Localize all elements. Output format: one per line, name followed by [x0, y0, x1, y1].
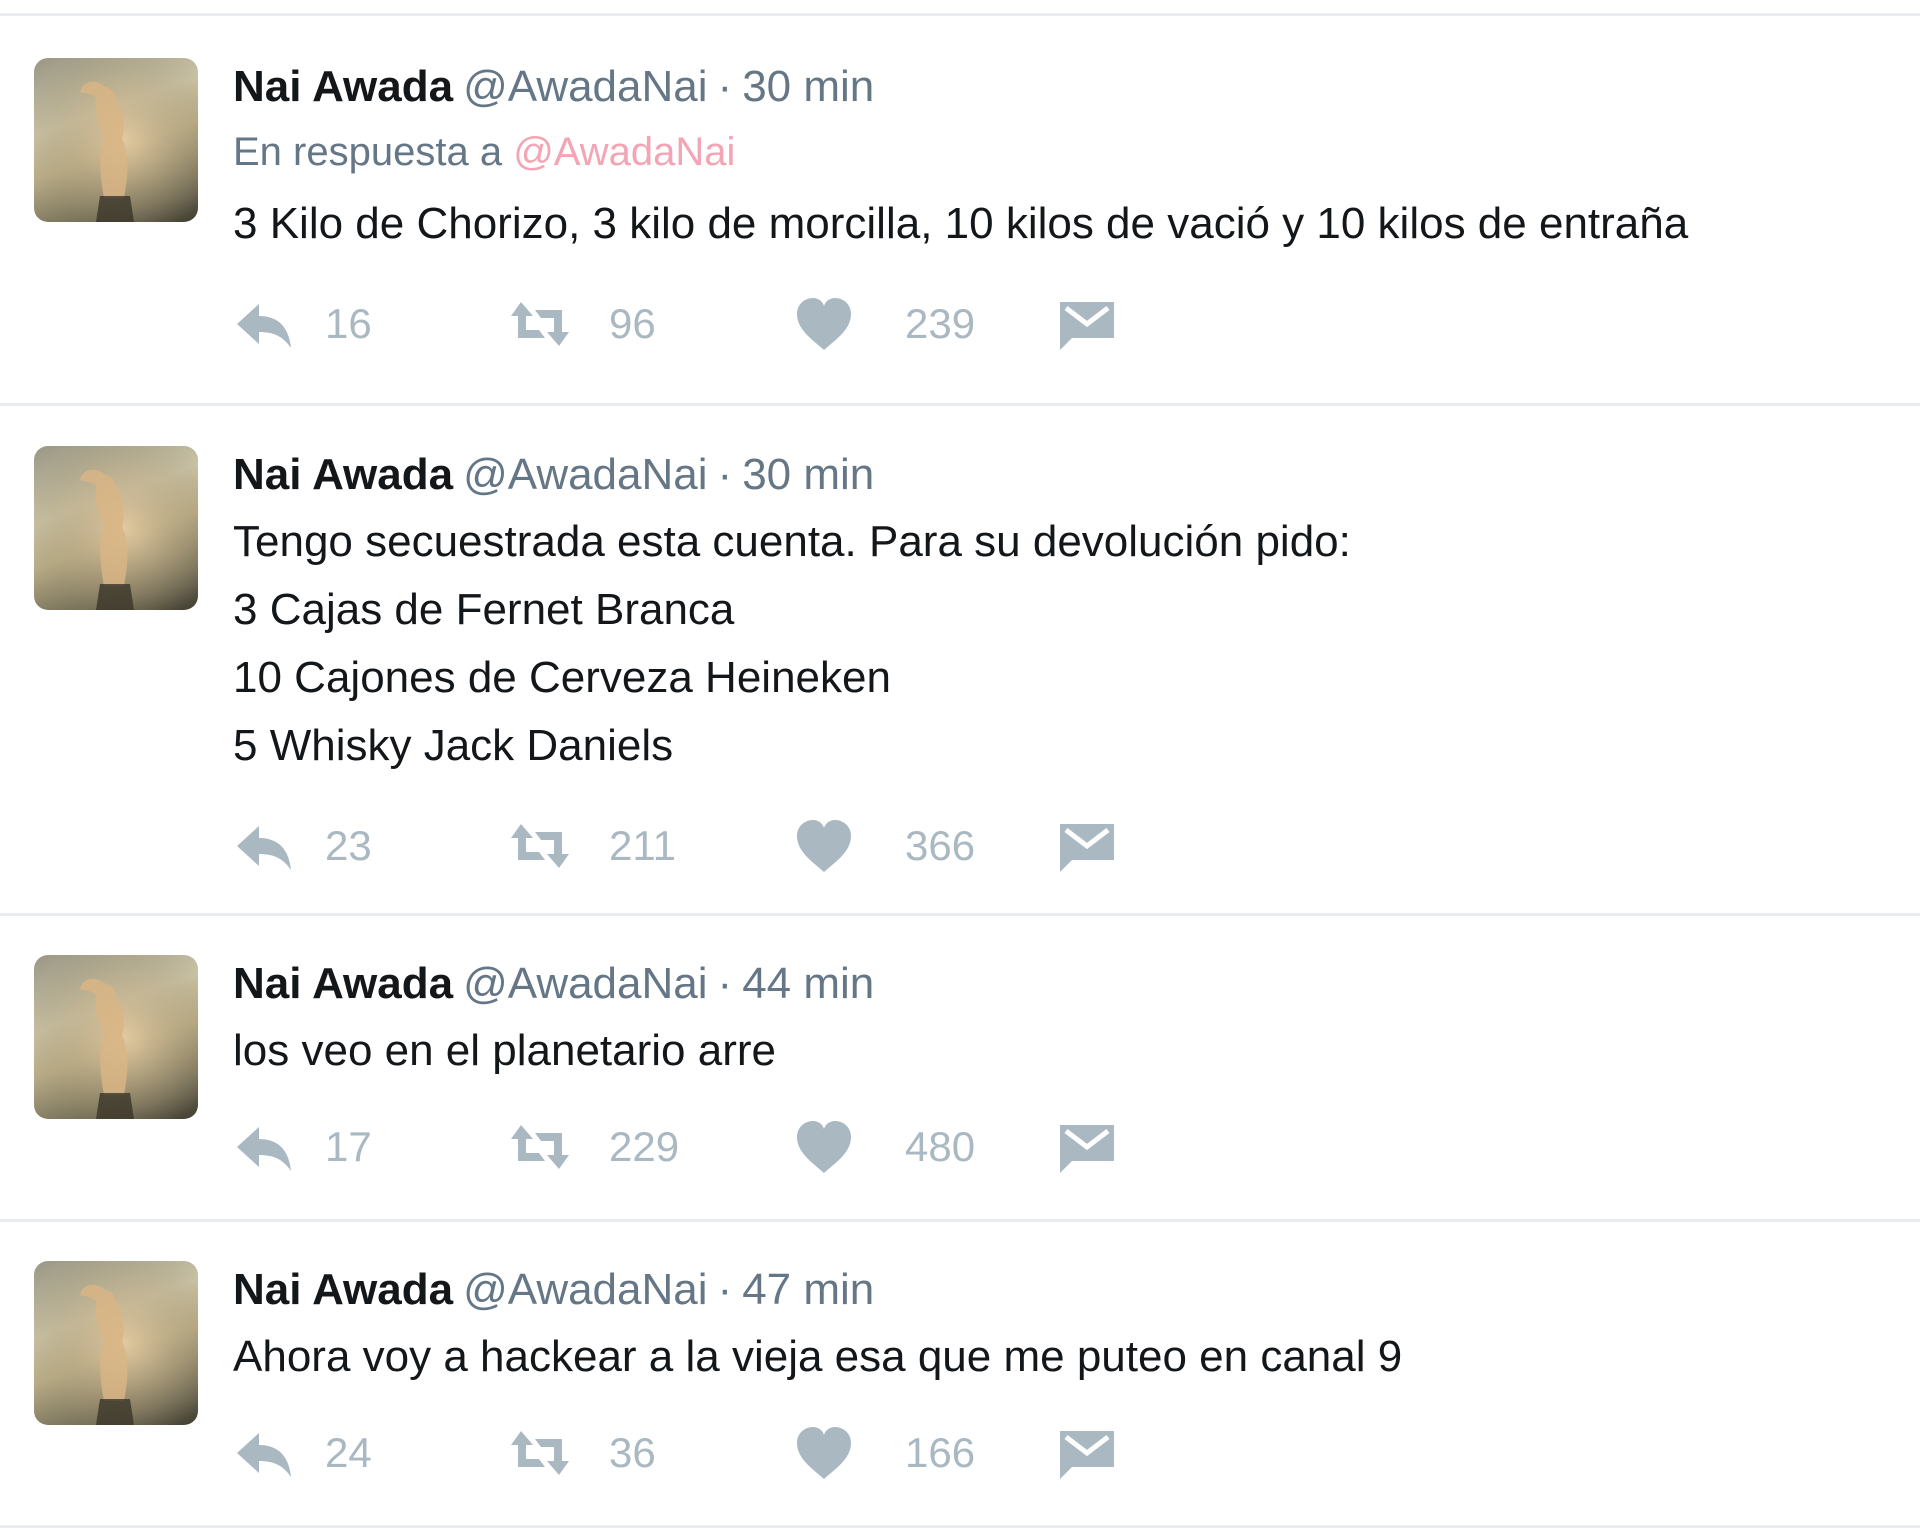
- reply-arrow-icon: [237, 304, 291, 348]
- tweet[interactable]: Nai Awada @AwadaNai · 47 min Ahora voy a ha…: [0, 1222, 1920, 1528]
- avatar-photo-icon: [34, 1261, 198, 1425]
- retweet-count: 229: [609, 1123, 680, 1170]
- tweet-time[interactable]: 47 min: [742, 1265, 874, 1314]
- author-name[interactable]: Nai Awada: [233, 450, 453, 499]
- reply-context: En respuesta a @AwadaNai: [233, 124, 1900, 180]
- avatar-photo-icon: [34, 58, 198, 222]
- like-count: 366: [905, 822, 976, 869]
- retweet-count: 36: [609, 1429, 656, 1476]
- tweet-text: Tengo secuestrada esta cuenta. Para su d…: [233, 508, 1900, 780]
- reply-arrow-icon: [237, 826, 291, 870]
- envelope-icon: [1060, 824, 1114, 872]
- tweet[interactable]: Nai Awada @AwadaNai · 30 min En respuesta a…: [0, 16, 1920, 406]
- retweet-button[interactable]: 211: [509, 806, 676, 886]
- reply-button[interactable]: 17: [233, 1107, 372, 1187]
- avatar[interactable]: [34, 955, 198, 1119]
- direct-message-button[interactable]: [1056, 1413, 1118, 1493]
- reply-count: 16: [325, 300, 372, 347]
- tweet-text-line: 5 Whisky Jack Daniels: [233, 721, 674, 770]
- like-button[interactable]: 366: [793, 806, 975, 886]
- author-name[interactable]: Nai Awada: [233, 959, 453, 1008]
- tweet-header: Nai Awada @AwadaNai · 44 min: [233, 953, 1900, 1015]
- like-count: 239: [905, 300, 976, 347]
- like-button[interactable]: 166: [793, 1413, 975, 1493]
- heart-icon: [797, 820, 851, 872]
- header-separator: ·: [717, 1265, 733, 1314]
- tweet-actions: 24 36 166: [233, 1413, 1900, 1493]
- tweet-text-line: Ahora voy a hackear a la vieja esa que m…: [233, 1332, 1403, 1381]
- tweet-text-line: 3 Cajas de Fernet Branca: [233, 585, 735, 634]
- tweet-text-line: 10 Cajones de Cerveza Heineken: [233, 653, 891, 702]
- reply-mention-link[interactable]: @AwadaNai: [513, 130, 735, 174]
- retweet-icon: [511, 1125, 569, 1169]
- direct-message-button[interactable]: [1056, 1107, 1118, 1187]
- reply-prefix: En respuesta a: [233, 130, 503, 174]
- retweet-count: 211: [609, 822, 676, 869]
- retweet-icon: [511, 1431, 569, 1475]
- tweet[interactable]: Nai Awada @AwadaNai · 30 min Tengo secuestr…: [0, 406, 1920, 916]
- tweet-text: los veo en el planetario arre: [233, 1017, 1900, 1085]
- header-separator: ·: [717, 62, 733, 111]
- direct-message-button[interactable]: [1056, 284, 1118, 364]
- tweet-text-line: 3 Kilo de Chorizo, 3 kilo de morcilla, 1…: [233, 199, 1689, 248]
- like-button[interactable]: 239: [793, 284, 975, 364]
- tweet-timeline: Nai Awada @AwadaNai · 30 min En respuesta a…: [0, 0, 1920, 1530]
- like-count: 166: [905, 1429, 976, 1476]
- envelope-icon: [1060, 1431, 1114, 1479]
- tweet-time[interactable]: 30 min: [742, 62, 874, 111]
- avatar[interactable]: [34, 1261, 198, 1425]
- reply-arrow-icon: [237, 1433, 291, 1477]
- tweet-header: Nai Awada @AwadaNai · 47 min: [233, 1259, 1900, 1321]
- envelope-icon: [1060, 1125, 1114, 1173]
- heart-icon: [797, 298, 851, 350]
- tweet-header: Nai Awada @AwadaNai · 30 min: [233, 444, 1900, 506]
- header-separator: ·: [717, 959, 733, 1008]
- retweet-icon: [511, 824, 569, 868]
- author-name[interactable]: Nai Awada: [233, 62, 453, 111]
- heart-icon: [797, 1121, 851, 1173]
- author-handle[interactable]: @AwadaNai: [463, 959, 707, 1008]
- tweet-time[interactable]: 44 min: [742, 959, 874, 1008]
- retweet-count: 96: [609, 300, 656, 347]
- retweet-button[interactable]: 229: [509, 1107, 679, 1187]
- avatar[interactable]: [34, 446, 198, 610]
- avatar[interactable]: [34, 58, 198, 222]
- reply-count: 24: [325, 1429, 372, 1476]
- tweet-text-line: Tengo secuestrada esta cuenta. Para su d…: [233, 517, 1351, 566]
- envelope-icon: [1060, 302, 1114, 350]
- tweet-text-line: los veo en el planetario arre: [233, 1026, 776, 1075]
- tweet-header: Nai Awada @AwadaNai · 30 min: [233, 56, 1900, 118]
- avatar-photo-icon: [34, 955, 198, 1119]
- reply-count: 17: [325, 1123, 372, 1170]
- reply-button[interactable]: 16: [233, 284, 372, 364]
- author-handle[interactable]: @AwadaNai: [463, 1265, 707, 1314]
- direct-message-button[interactable]: [1056, 806, 1118, 886]
- author-handle[interactable]: @AwadaNai: [463, 62, 707, 111]
- reply-arrow-icon: [237, 1127, 291, 1171]
- header-separator: ·: [717, 450, 733, 499]
- tweet[interactable]: Nai Awada @AwadaNai · 44 min los veo en el …: [0, 916, 1920, 1222]
- reply-count: 23: [325, 822, 372, 869]
- avatar-photo-icon: [34, 446, 198, 610]
- tweet-text: Ahora voy a hackear a la vieja esa que m…: [233, 1323, 1900, 1391]
- retweet-icon: [511, 302, 569, 346]
- reply-button[interactable]: 23: [233, 806, 372, 886]
- author-handle[interactable]: @AwadaNai: [463, 450, 707, 499]
- tweet-actions: 17 229 480: [233, 1107, 1900, 1187]
- like-button[interactable]: 480: [793, 1107, 975, 1187]
- reply-button[interactable]: 24: [233, 1413, 372, 1493]
- tweet-time[interactable]: 30 min: [742, 450, 874, 499]
- tweet-actions: 23 211 366: [233, 806, 1900, 886]
- tweet-actions: 16 96 239: [233, 284, 1900, 364]
- retweet-button[interactable]: 96: [509, 284, 656, 364]
- author-name[interactable]: Nai Awada: [233, 1265, 453, 1314]
- tweet-text: 3 Kilo de Chorizo, 3 kilo de morcilla, 1…: [233, 190, 1900, 258]
- retweet-button[interactable]: 36: [509, 1413, 656, 1493]
- like-count: 480: [905, 1123, 976, 1170]
- heart-icon: [797, 1427, 851, 1479]
